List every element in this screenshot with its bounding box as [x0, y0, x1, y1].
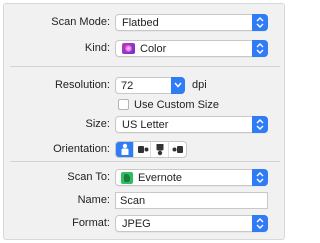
custom-size-checkbox[interactable] [118, 99, 129, 110]
popup-arrows-icon [252, 215, 268, 232]
person-upside-down-icon [156, 144, 164, 156]
size-value: US Letter [122, 119, 169, 131]
scan-to-popup[interactable]: Evernote [115, 169, 268, 186]
kind-popup[interactable]: Color [115, 40, 268, 57]
kind-row: Kind: Color [4, 39, 286, 59]
format-row: Format: JPEG [4, 214, 286, 234]
scan-to-value: Evernote [138, 172, 183, 184]
orientation-row: Orientation: [4, 140, 286, 160]
scan-mode-value: Flatbed [122, 17, 159, 29]
evernote-icon [121, 172, 133, 184]
resolution-combo[interactable]: 72 [115, 77, 185, 94]
scan-mode-popup[interactable]: Flatbed [115, 14, 268, 31]
color-swatch-icon [122, 43, 135, 54]
popup-arrows-icon [252, 116, 268, 133]
person-rotated-left-icon [137, 146, 148, 153]
size-popup[interactable]: US Letter [115, 116, 268, 133]
resolution-value[interactable]: 72 [121, 80, 133, 92]
name-row: Name: Scan [4, 191, 286, 211]
resolution-unit: dpi [192, 79, 207, 91]
format-label: Format: [72, 217, 110, 229]
format-popup[interactable]: JPEG [115, 215, 268, 232]
resolution-row: Resolution: 72 dpi [4, 76, 286, 96]
popup-arrows-icon [252, 40, 268, 57]
section-divider [10, 66, 280, 67]
scanner-settings-panel: Scan Mode: Flatbed Kind: Color Resolutio… [3, 3, 285, 240]
custom-size-row: Use Custom Size [4, 96, 286, 116]
format-value: JPEG [122, 218, 151, 230]
scan-mode-label: Scan Mode: [51, 16, 110, 28]
scan-to-row: Scan To: Evernote [4, 168, 286, 188]
orientation-label: Orientation: [53, 143, 110, 155]
orientation-portrait-rotated-button[interactable] [151, 142, 169, 157]
scan-mode-row: Scan Mode: Flatbed [4, 13, 286, 33]
name-label: Name: [77, 194, 110, 206]
size-label: Size: [85, 118, 110, 130]
name-value[interactable]: Scan [120, 195, 145, 207]
popup-arrows-icon [252, 14, 268, 31]
kind-value: Color [140, 43, 167, 55]
size-row: Size: US Letter [4, 115, 286, 135]
orientation-landscape-right-button[interactable] [169, 142, 186, 157]
kind-label: Kind: [84, 42, 110, 54]
custom-size-label[interactable]: Use Custom Size [134, 99, 219, 111]
orientation-portrait-button[interactable] [116, 142, 134, 157]
chevron-down-icon[interactable] [171, 77, 185, 94]
name-field[interactable]: Scan [115, 192, 268, 209]
resolution-label: Resolution: [54, 79, 110, 91]
orientation-segmented-control [115, 141, 187, 158]
scan-to-label: Scan To: [67, 171, 110, 183]
section-divider [10, 161, 280, 162]
person-rotated-right-icon [172, 146, 183, 153]
orientation-landscape-left-button[interactable] [134, 142, 151, 157]
person-upright-icon [121, 143, 129, 155]
popup-arrows-icon [252, 169, 268, 186]
